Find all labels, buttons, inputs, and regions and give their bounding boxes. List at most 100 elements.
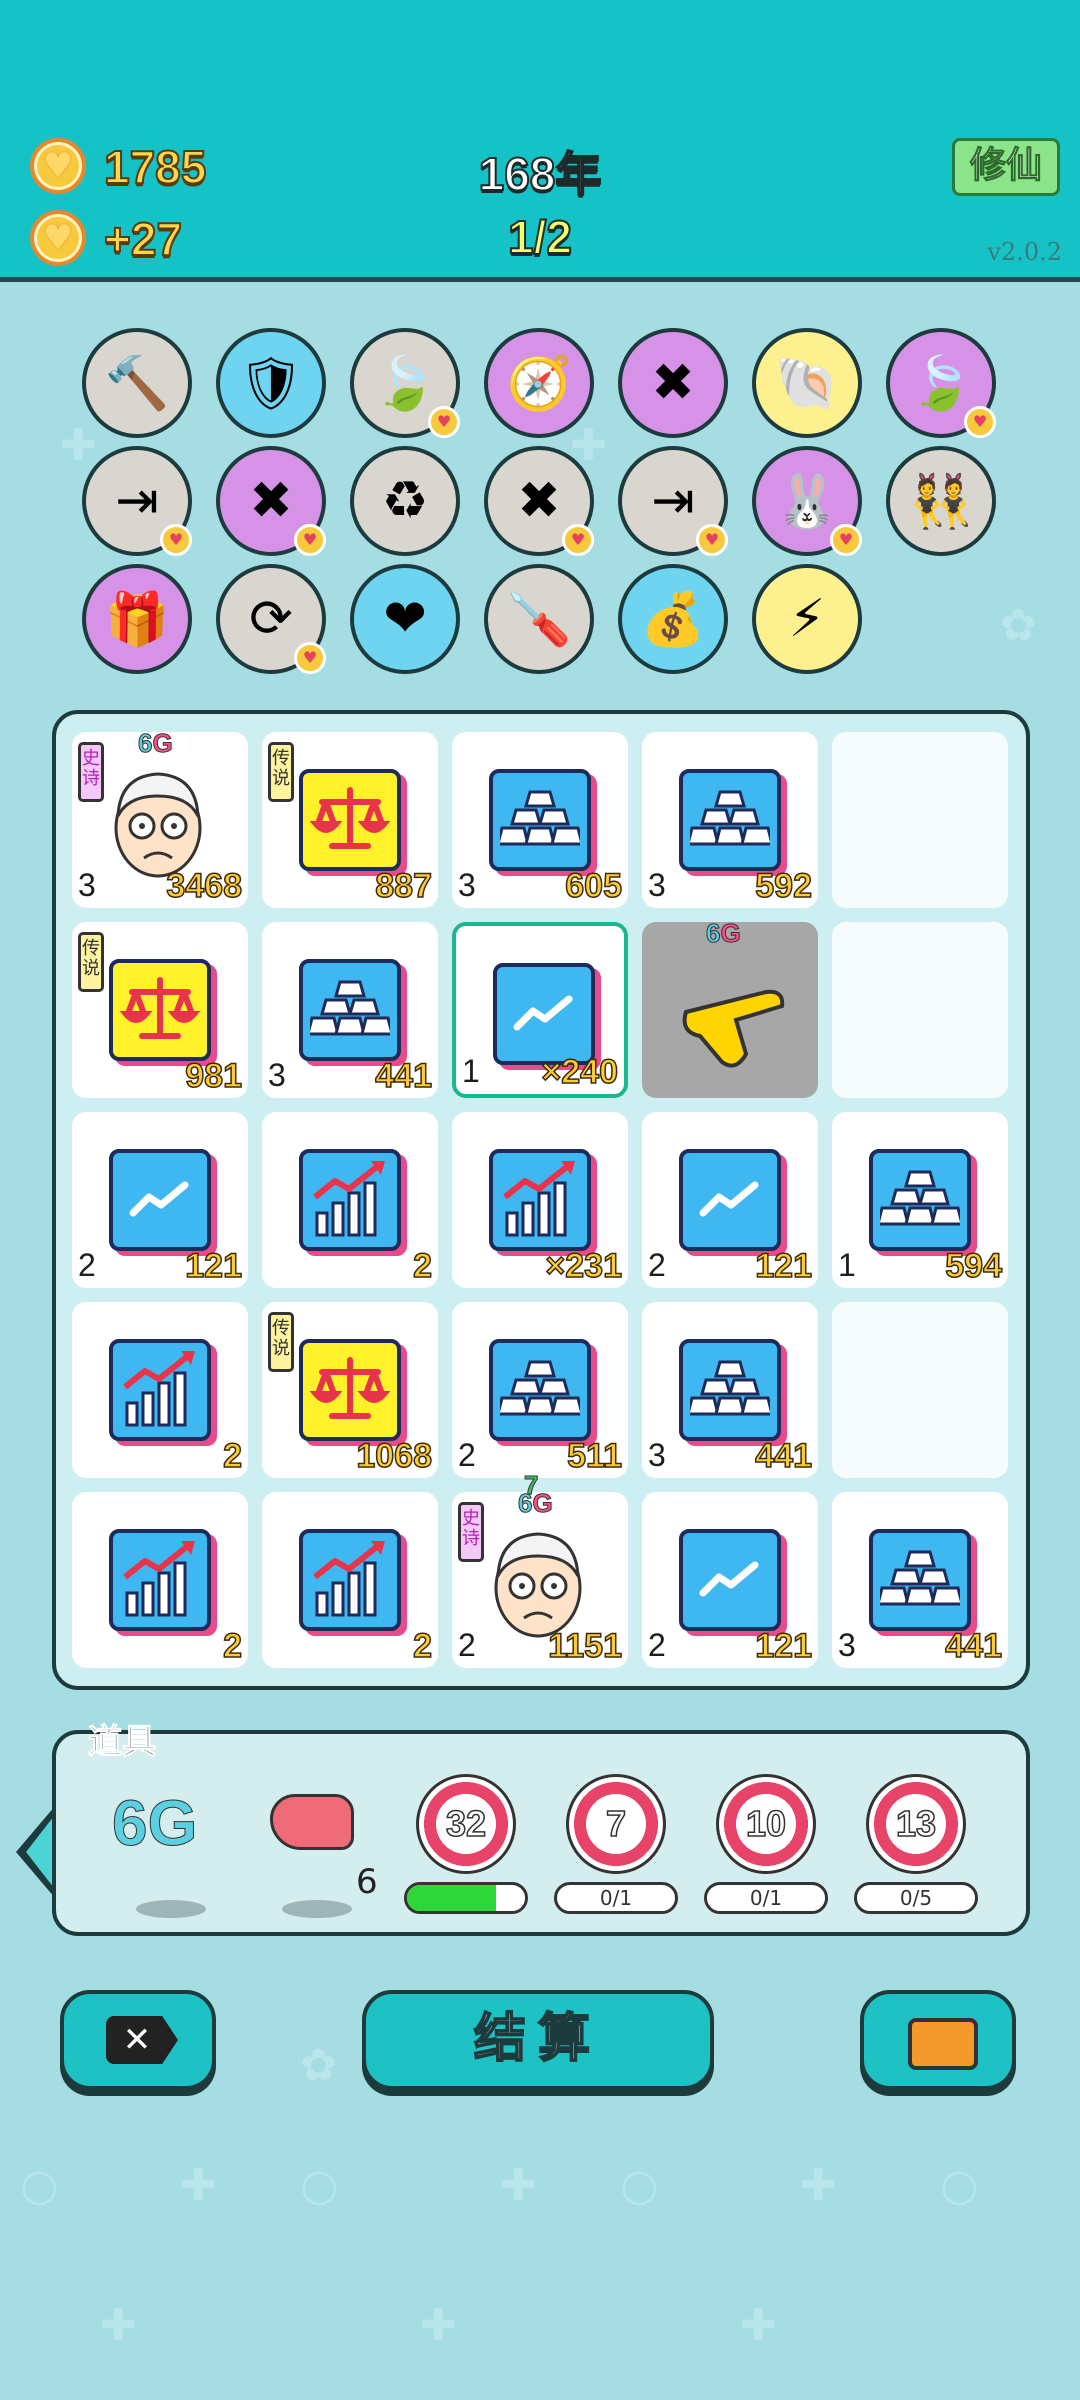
board-cell[interactable]: 6G — [642, 918, 818, 1098]
money-bag-icon: 💰 — [640, 589, 706, 650]
skill-slot[interactable]: ⚡ — [752, 564, 862, 674]
item-value: ×231 — [545, 1246, 623, 1286]
board-cell[interactable]: 1 594 — [832, 1112, 1008, 1288]
gold-bars-icon — [869, 1529, 971, 1631]
year-label: 168年 — [478, 147, 603, 201]
skill-slot[interactable]: 👯 — [886, 446, 996, 556]
skill-slot[interactable]: ✖ — [618, 328, 728, 438]
board-cell-empty[interactable] — [832, 732, 1008, 908]
skill-slot[interactable]: 🔨 — [82, 328, 192, 438]
g-level-label: 6G — [138, 728, 174, 759]
skill-slot[interactable]: 🍃 ♥ — [886, 328, 996, 438]
leaf-icon: 🍃 — [372, 353, 438, 414]
target-goal[interactable]: 7 — [566, 1774, 666, 1874]
rarity-tag: 传说 — [78, 932, 104, 992]
gold-bars-icon — [489, 769, 591, 871]
leaf-icon: 🍃 — [908, 353, 974, 414]
board-cell[interactable]: 传说 887 — [262, 732, 438, 908]
refresh-icon: ⟳ — [249, 589, 293, 649]
board-cell[interactable]: 3 605 — [452, 732, 628, 908]
board-cell[interactable]: 传说 981 — [72, 922, 248, 1098]
board-cell[interactable]: 3 441 — [262, 922, 438, 1098]
coin-total: 1785 — [103, 140, 207, 194]
rarity-tag: 传说 — [268, 1312, 294, 1372]
item-value: 2 — [412, 1246, 432, 1286]
skill-slot[interactable]: ⇥ ♥ — [82, 446, 192, 556]
board-cell-empty[interactable] — [832, 922, 1008, 1098]
target-progress-bar — [404, 1882, 528, 1914]
rarity-tag: 史诗 — [458, 1502, 484, 1562]
skill-slot[interactable]: 🍃 ♥ — [350, 328, 460, 438]
skip-icon: ⇥ — [651, 471, 695, 531]
g-level-extra: 7 — [523, 1470, 539, 1501]
board-cell[interactable]: 1 ×240 — [452, 922, 628, 1098]
progress-text: 0/1 — [749, 1886, 783, 1910]
board-cell[interactable]: 2 121 — [72, 1112, 248, 1288]
rabbit-icon: 🐰 — [774, 471, 840, 532]
income-coin-icon — [30, 210, 86, 266]
item-level: 3 — [78, 867, 96, 903]
growth-chart-icon — [489, 1149, 591, 1251]
briefcase-icon — [908, 2018, 978, 2070]
item-level: 3 — [648, 867, 666, 903]
item-value: 441 — [945, 1626, 1003, 1666]
upgrade-badge-icon: ♥ — [562, 524, 594, 556]
target-goal[interactable]: 13 — [866, 1774, 966, 1874]
skill-slot[interactable]: 🎁 — [82, 564, 192, 674]
discard-button[interactable]: ✕ — [60, 1990, 216, 2090]
target-goal[interactable]: 10 — [716, 1774, 816, 1874]
settle-button[interactable]: 结算 — [362, 1990, 714, 2090]
upgrade-badge-icon: ♥ — [428, 406, 460, 438]
bag-button[interactable] — [860, 1990, 1016, 2090]
item-value: 1068 — [356, 1436, 433, 1476]
board-cell[interactable]: 2 — [72, 1302, 248, 1478]
item-level: 2 — [648, 1247, 666, 1283]
item-level: 3 — [838, 1627, 856, 1663]
skill-slot[interactable]: 🐚 — [752, 328, 862, 438]
target-goal[interactable]: 32 — [416, 1774, 516, 1874]
item-value: 121 — [755, 1626, 813, 1666]
screwdriver-icon: 🪛 — [506, 589, 572, 650]
version-label: v2.0.2 — [987, 238, 1062, 266]
board-cell[interactable]: 2 — [72, 1492, 248, 1668]
skill-slot[interactable]: ⟳ ♥ — [216, 564, 326, 674]
board-cell[interactable]: 3 592 — [642, 732, 818, 908]
board-cell[interactable]: 史诗 6G 7 2 1151 — [452, 1470, 628, 1668]
skill-slot[interactable]: ⇥ ♥ — [618, 446, 728, 556]
progress-text: 0/5 — [899, 1886, 933, 1910]
progress-text: 0/1 — [599, 1886, 633, 1910]
item-6g[interactable]: 6G — [111, 1786, 197, 1860]
item-level: 3 — [458, 867, 476, 903]
skill-slot[interactable]: 🐰 ♥ — [752, 446, 862, 556]
board-cell[interactable]: 2 — [262, 1112, 438, 1288]
skill-slot[interactable]: 🧭 — [484, 328, 594, 438]
skill-slot[interactable]: ♻ — [350, 446, 460, 556]
cultivate-button[interactable]: 修仙 — [952, 138, 1060, 196]
professor-face-icon — [104, 762, 212, 882]
skill-slot[interactable]: ✖ ♥ — [484, 446, 594, 556]
board-cell[interactable]: 3 441 — [832, 1492, 1008, 1668]
board-cell[interactable]: 2 — [262, 1492, 438, 1668]
skill-slot[interactable]: ✖ ♥ — [216, 446, 326, 556]
item-value: 592 — [755, 866, 813, 906]
skill-slot[interactable]: 🪛 — [484, 564, 594, 674]
skill-slot[interactable]: ❤ — [350, 564, 460, 674]
liver-icon[interactable] — [270, 1794, 354, 1850]
board-cell[interactable]: ×231 — [452, 1112, 628, 1288]
board-cell-empty[interactable] — [832, 1302, 1008, 1478]
scale-icon — [299, 1339, 401, 1441]
skill-slot[interactable]: 💰 — [618, 564, 728, 674]
item-value: 2 — [222, 1626, 242, 1666]
board-cell[interactable]: 2 511 — [452, 1302, 628, 1478]
board-cell[interactable]: 2 121 — [642, 1492, 818, 1668]
gold-bars-icon — [489, 1339, 591, 1441]
item-value: 2 — [222, 1436, 242, 1476]
board-cell[interactable]: 史诗 6G 3 3468 — [72, 728, 248, 908]
coin-income: +27 — [103, 212, 183, 266]
growth-chart-icon — [109, 1529, 211, 1631]
board-cell[interactable]: 2 121 — [642, 1112, 818, 1288]
board-cell[interactable]: 传说 1068 — [262, 1302, 438, 1478]
item-value: 441 — [375, 1056, 433, 1096]
skill-slot[interactable]: 🛡 — [216, 328, 326, 438]
board-cell[interactable]: 3 441 — [642, 1302, 818, 1478]
